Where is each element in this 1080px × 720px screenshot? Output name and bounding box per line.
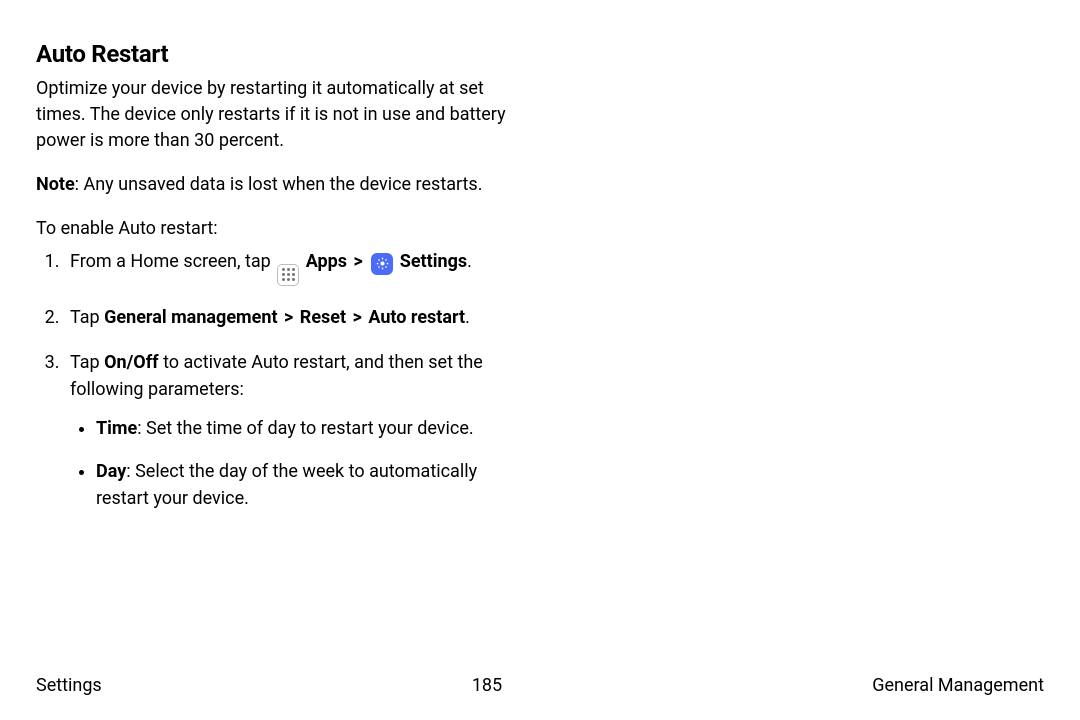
enable-lead: To enable Auto restart: (36, 216, 524, 242)
page-footer: Settings 185 General Management (36, 675, 1044, 696)
settings-gear-icon (371, 253, 393, 275)
step-2-path-2: Reset (300, 307, 346, 328)
step-2-post: . (465, 307, 470, 328)
apps-icon (277, 264, 299, 286)
step-1-pre: From a Home screen, tap (70, 251, 275, 272)
footer-right: General Management (872, 675, 1044, 696)
step-3-onoff: On/Off (104, 352, 158, 373)
parameters-list: Time: Set the time of day to restart you… (70, 415, 524, 512)
bullet-time-label: Time (96, 418, 137, 439)
separator-2b: > (353, 307, 362, 328)
bullet-time: Time: Set the time of day to restart you… (96, 415, 524, 442)
settings-label: Settings (400, 251, 467, 272)
note-label: Note (36, 174, 75, 195)
separator-2a: > (284, 307, 293, 328)
step-2-path-3: Auto restart (368, 307, 465, 328)
step-2-path-1: General management (104, 307, 277, 328)
bullet-day-body: : Select the day of the week to automati… (96, 461, 477, 509)
steps-list: From a Home screen, tap Apps > Settings.… (36, 248, 524, 512)
step-3-pre: Tap (70, 352, 104, 373)
step-3: Tap On/Off to activate Auto restart, and… (64, 349, 524, 512)
bullet-day: Day: Select the day of the week to autom… (96, 458, 524, 512)
separator-1: > (354, 251, 363, 272)
note-body: : Any unsaved data is lost when the devi… (75, 174, 483, 195)
apps-label: Apps (306, 251, 347, 272)
page-title: Auto Restart (36, 40, 524, 68)
note-paragraph: Note: Any unsaved data is lost when the … (36, 172, 524, 198)
step-2-pre: Tap (70, 307, 104, 328)
step-1-post: . (467, 251, 472, 272)
step-1: From a Home screen, tap Apps > Settings. (64, 248, 524, 286)
intro-paragraph: Optimize your device by restarting it au… (36, 76, 524, 154)
footer-page-number: 185 (472, 675, 502, 696)
bullet-day-label: Day (96, 461, 126, 482)
footer-left: Settings (36, 675, 102, 696)
step-2: Tap General management > Reset > Auto re… (64, 304, 524, 331)
bullet-time-body: : Set the time of day to restart your de… (137, 418, 473, 439)
